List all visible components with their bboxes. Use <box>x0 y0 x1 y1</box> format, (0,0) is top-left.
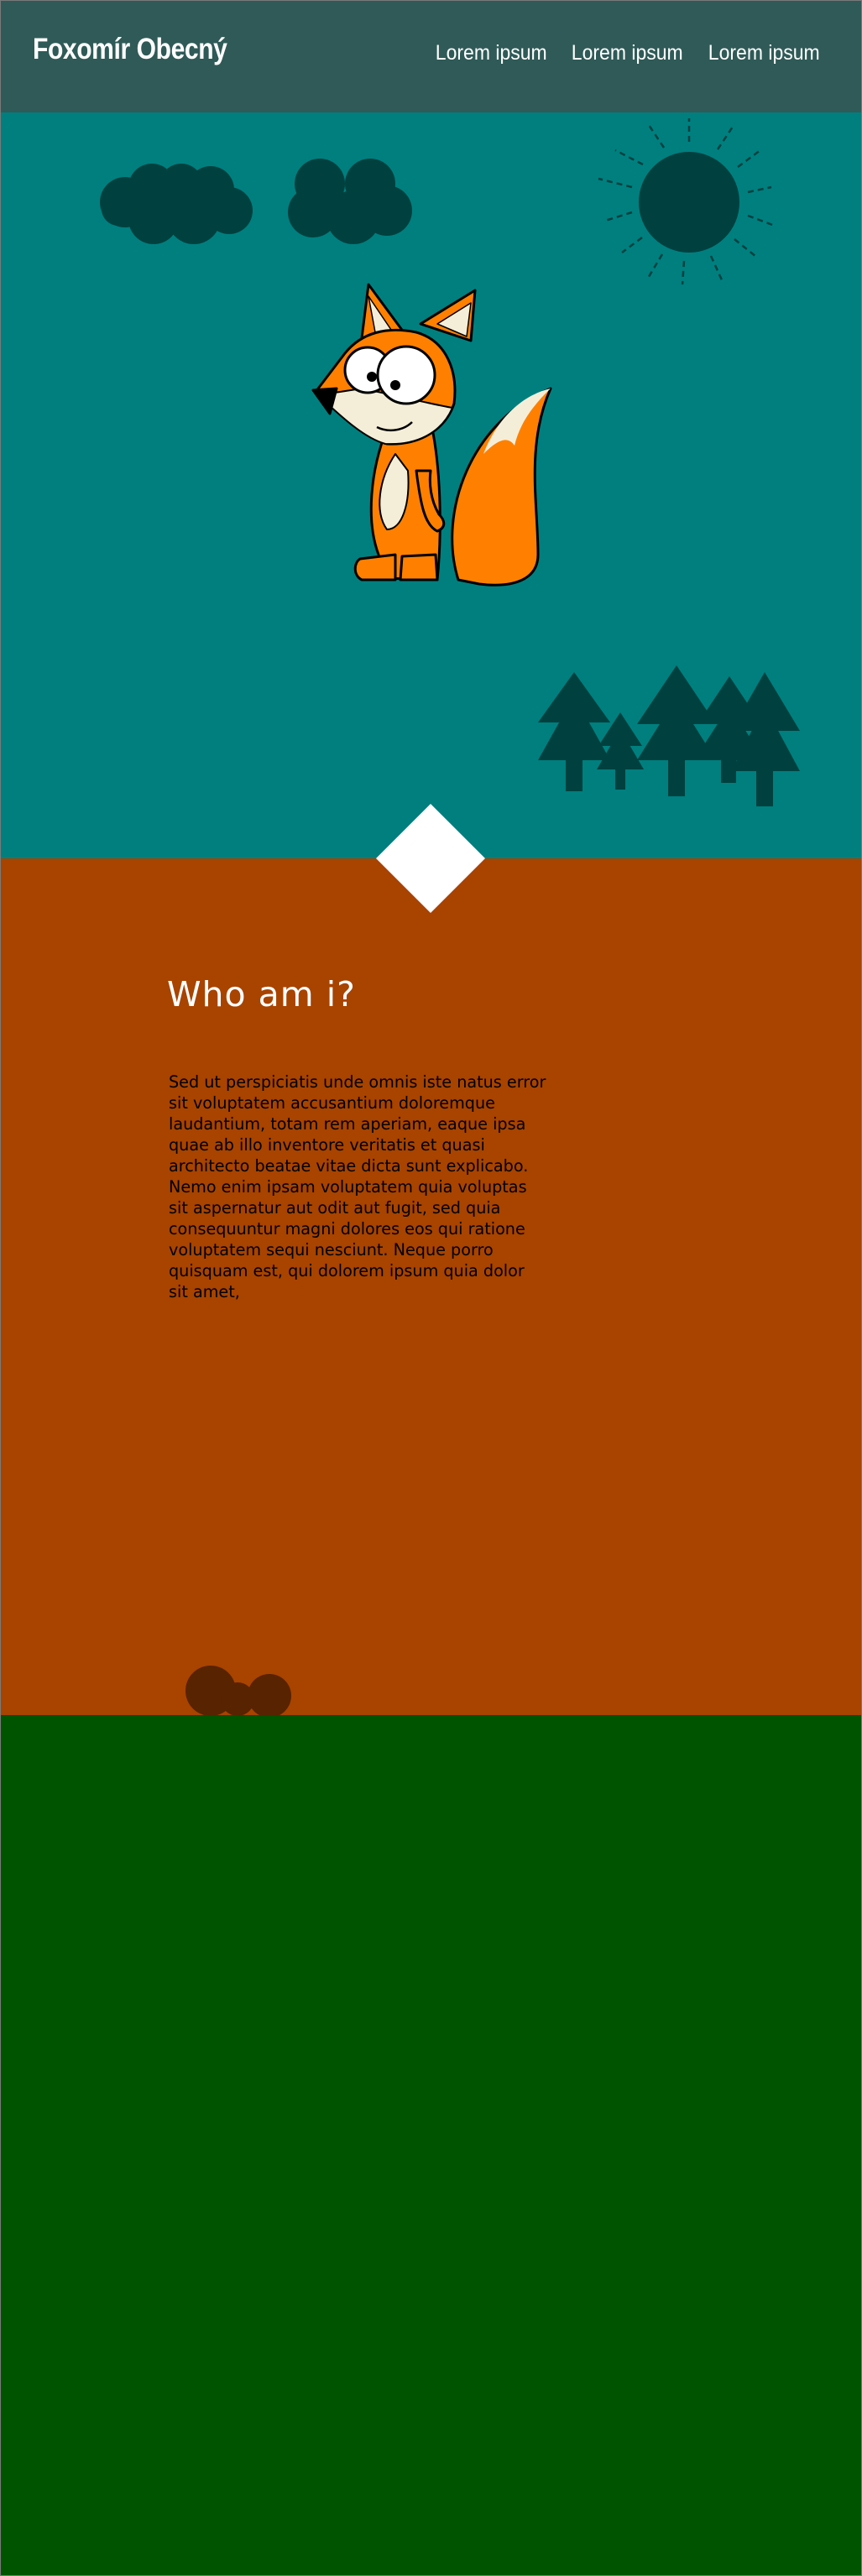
sun-icon <box>598 118 776 285</box>
about-text: Sed ut perspiciatis unde omnis iste natu… <box>169 1072 546 1301</box>
page: Foxomír Obecný Lorem ipsum Lorem ipsum L… <box>0 0 862 2576</box>
diamond-icon <box>376 804 485 913</box>
bush-icon <box>185 1666 291 1716</box>
tree-icon <box>637 665 716 796</box>
about-title: Who am i? <box>167 974 356 1014</box>
cloud-icon <box>100 164 253 244</box>
tree-icon <box>538 672 610 791</box>
grass-section <box>1 1715 861 2575</box>
cloud-icon <box>288 159 412 244</box>
fox-mascot <box>311 283 552 587</box>
sky-scenery <box>100 118 800 806</box>
